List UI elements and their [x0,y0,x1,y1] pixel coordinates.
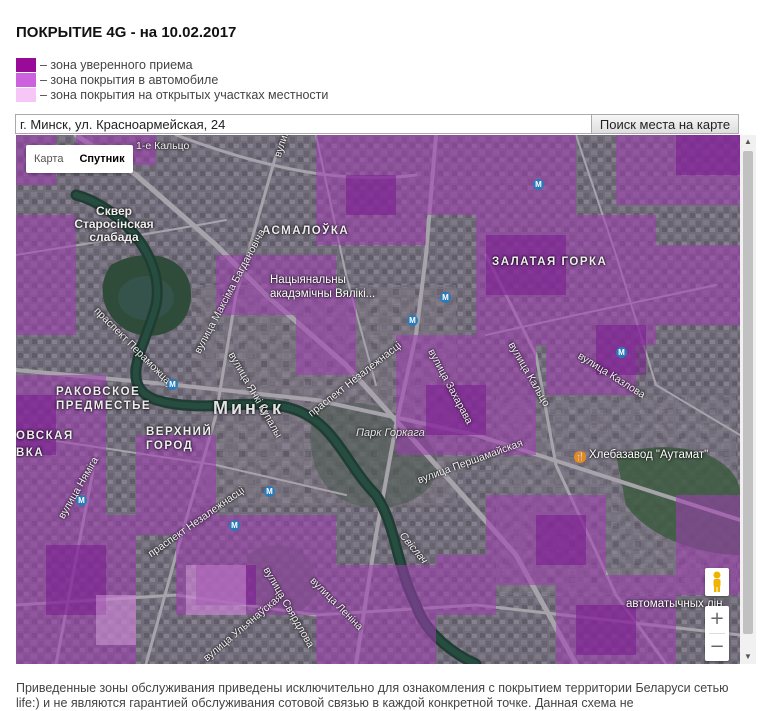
legend-item-open: – зона покрытия на открытых участках мес… [16,87,328,102]
metro-icon: M [167,379,178,390]
scroll-thumb[interactable] [743,151,753,634]
metro-icon: M [440,292,451,303]
metro-icon: M [616,347,627,358]
legend-swatch-strong [16,57,36,72]
legend-swatch-car [16,72,36,87]
satellite-imagery [16,135,740,664]
zoom-out-button[interactable]: − [705,634,729,661]
legend-label-open: – зона покрытия на открытых участках мес… [40,87,329,102]
legend-item-car: – зона покрытия в автомобиле [16,72,328,87]
poi-restaurant-icon[interactable]: 🍴 [574,451,586,463]
legend-swatch-open [16,87,36,102]
map-scrollbar[interactable]: ▲ ▼ [740,135,756,664]
map-type-satellite-button[interactable]: Спутник [71,145,132,173]
legend-item-strong: – зона уверенного приема [16,57,328,72]
coverage-map[interactable]: Карта Спутник Сквер Старосінская слабада… [16,135,740,664]
metro-icon: M [407,315,418,326]
map-type-map-button[interactable]: Карта [26,145,71,173]
legend-label-car: – зона покрытия в автомобиле [40,72,219,87]
disclaimer-text: Приведенные зоны обслуживания приведены … [16,681,729,710]
zoom-in-button[interactable]: + [705,606,729,633]
legend-label-strong: – зона уверенного приема [40,57,193,72]
map-search-bar: Поиск места на карте [15,114,739,134]
street-view-pegman-icon[interactable] [705,568,729,596]
metro-icon: M [264,486,275,497]
scroll-up-arrow-icon[interactable]: ▲ [740,135,756,149]
metro-icon: M [76,495,87,506]
map-type-control: Карта Спутник [26,145,133,173]
search-place-button[interactable]: Поиск места на карте [591,114,739,134]
metro-icon: M [229,520,240,531]
zoom-control: + − [705,606,729,661]
coverage-legend: – зона уверенного приема – зона покрытия… [16,57,328,102]
metro-icon: M [533,179,544,190]
page-title: ПОКРЫТИЕ 4G - на 10.02.2017 [16,24,237,41]
scroll-down-arrow-icon[interactable]: ▼ [740,650,756,664]
address-search-input[interactable] [15,114,592,134]
